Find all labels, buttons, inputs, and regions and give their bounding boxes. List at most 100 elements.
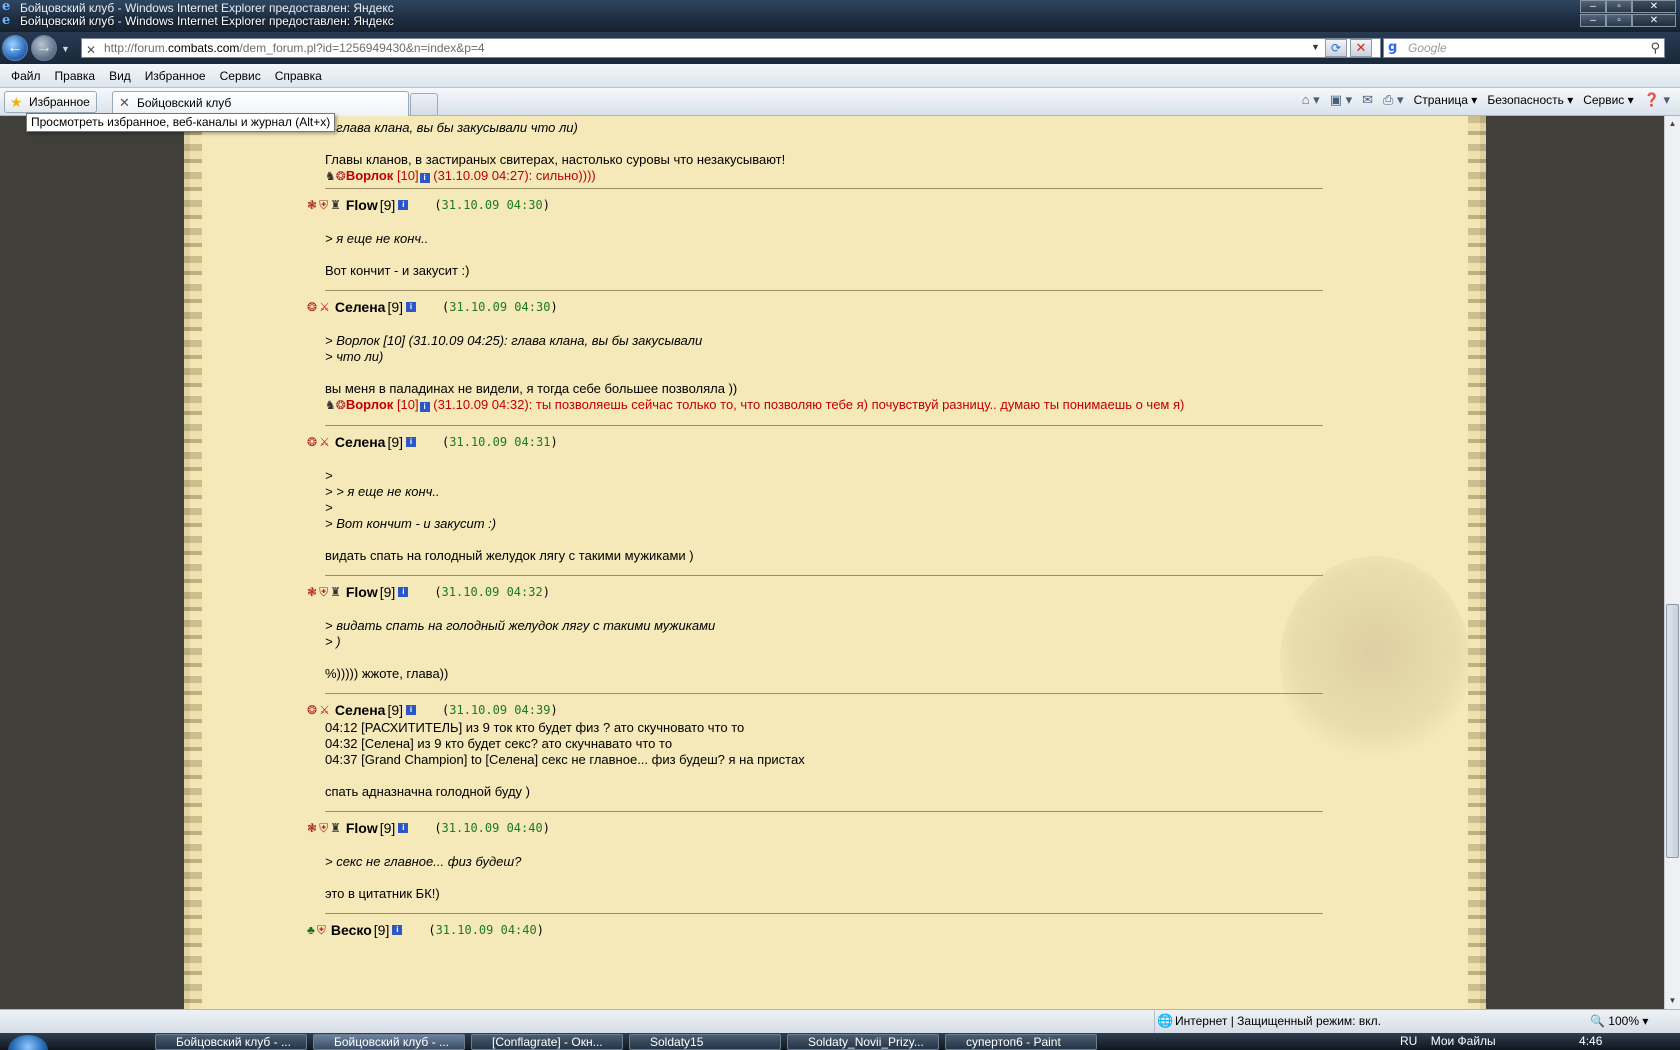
author-level: [9] xyxy=(387,702,404,718)
menu-favorites[interactable]: Избранное xyxy=(138,69,213,83)
search-input[interactable]: g Google ⚲ xyxy=(1383,38,1665,58)
safety-menu-label: Безопасность xyxy=(1487,93,1564,107)
forward-button[interactable]: → xyxy=(31,35,57,61)
restore-button[interactable]: ▫ xyxy=(1606,14,1632,27)
quote-line: > xyxy=(325,500,333,515)
reply-author[interactable]: Ворлок xyxy=(346,397,393,412)
taskbar-item[interactable]: [Conflagrate] - Окн... xyxy=(471,1034,623,1050)
window-title-back: Бойцовский клуб - Windows Internet Explo… xyxy=(20,1,394,15)
close-button[interactable]: ✕ xyxy=(1632,0,1676,13)
author-name[interactable]: Flow xyxy=(346,197,378,213)
help-icon[interactable]: ❓ ▾ xyxy=(1644,92,1670,108)
taskbar-item[interactable]: супертоп6 - Paint xyxy=(945,1034,1097,1050)
start-button[interactable] xyxy=(8,1035,48,1050)
menu-file[interactable]: Файл xyxy=(4,69,48,83)
favorites-label: Избранное xyxy=(29,95,90,109)
info-icon[interactable]: i xyxy=(406,705,417,715)
refresh-button[interactable]: ⟳ xyxy=(1325,39,1347,57)
mail-icon[interactable]: ✉ xyxy=(1362,92,1373,108)
menu-edit[interactable]: Правка xyxy=(48,69,103,83)
author-name[interactable]: Селена xyxy=(335,299,386,315)
chat-log-line: 04:12 [РАСХИТИТЕЛЬ] из 9 ток кто будет ф… xyxy=(325,720,745,735)
feeds-icon[interactable]: ▣ ▾ xyxy=(1330,92,1352,108)
minimize-button[interactable]: – xyxy=(1580,0,1606,13)
post-header: ❃ ⛨ ♜ Flow [9] i (31.10.09 04:32) xyxy=(307,582,1323,602)
post-header: ❂ ⚔ Селена [9] i (31.10.09 04:39) xyxy=(307,700,1323,720)
chat-log-line: 04:32 [Селена] из 9 кто будет секс? ато … xyxy=(325,736,673,751)
search-icon[interactable]: ⚲ xyxy=(1650,39,1660,57)
history-dropdown[interactable]: ▼ xyxy=(61,44,70,54)
globe-icon: 🌐 xyxy=(1157,1013,1174,1028)
page-menu[interactable]: Страница ▾ xyxy=(1414,93,1478,107)
taskbar-item-label: Soldaty_Novii_Prizy... xyxy=(808,1035,924,1049)
author-level: [9] xyxy=(387,434,404,450)
post-fragment: > глава клана, вы бы закусывали что ли) … xyxy=(325,116,1323,188)
scroll-down-icon[interactable]: ▼ xyxy=(1665,993,1680,1009)
info-icon[interactable]: i xyxy=(406,302,417,312)
address-dropdown-icon[interactable]: ▼ xyxy=(1311,42,1320,52)
new-tab-button[interactable] xyxy=(410,93,438,115)
menu-help[interactable]: Справка xyxy=(268,69,329,83)
align-icon: ❃ xyxy=(307,585,318,599)
info-icon[interactable]: i xyxy=(398,200,409,210)
files-toolbar[interactable]: Мои Файлы xyxy=(1431,1034,1496,1048)
author-level: [9] xyxy=(379,584,396,600)
zoom-control[interactable]: 🔍 100% ▾ xyxy=(1590,1010,1648,1034)
taskbar-item[interactable]: Soldaty_Novii_Prizy... xyxy=(787,1034,939,1050)
author-name[interactable]: Веско xyxy=(331,922,372,938)
favorites-tooltip: Просмотреть избранное, веб-каналы и журн… xyxy=(26,113,336,132)
taskbar-item[interactable]: Бойцовский клуб - ... xyxy=(155,1034,307,1050)
author-name[interactable]: Селена xyxy=(335,434,386,450)
quote-line: > я еще не конч.. xyxy=(325,231,429,246)
info-icon[interactable]: i xyxy=(419,402,430,412)
stop-button[interactable]: ✕ xyxy=(1350,39,1372,57)
forum-post: ❂ ⚔ Селена [9] i (31.10.09 04:30) > Ворло… xyxy=(307,290,1323,425)
vertical-scrollbar[interactable]: ▲ ▼ xyxy=(1664,116,1680,1009)
clock[interactable]: 4:46 xyxy=(1579,1034,1602,1048)
minimize-button-2[interactable]: – xyxy=(1580,14,1606,27)
menu-view[interactable]: Вид xyxy=(102,69,138,83)
align-icon: ♞ xyxy=(325,398,336,412)
author-name[interactable]: Селена xyxy=(335,702,386,718)
print-icon[interactable]: ⎙ ▾ xyxy=(1383,92,1404,108)
info-icon[interactable]: i xyxy=(392,925,403,935)
info-icon[interactable]: i xyxy=(419,173,430,183)
safety-menu[interactable]: Безопасность ▾ xyxy=(1487,93,1573,107)
author-level: [9] xyxy=(379,820,396,836)
back-button[interactable]: ← xyxy=(2,35,28,61)
taskbar-item[interactable]: Soldaty15 xyxy=(629,1034,781,1050)
tab-title: Бойцовский клуб xyxy=(137,96,232,110)
clan-emblem-icon: ♜ xyxy=(330,198,341,212)
scroll-up-icon[interactable]: ▲ xyxy=(1665,116,1680,132)
post-text: Вот кончит - и закусит :) xyxy=(325,263,470,278)
reply-author[interactable]: Ворлок xyxy=(346,168,393,183)
tools-menu[interactable]: Сервис ▾ xyxy=(1583,93,1633,107)
home-icon[interactable]: ⌂ ▾ xyxy=(1302,92,1320,108)
security-zone[interactable]: 🌐 Интернет | Защищенный режим: вкл. xyxy=(1154,1010,1381,1034)
forum-post: ❂ ⚔ Селена [9] i (31.10.09 04:31) > > > я… xyxy=(307,425,1323,575)
address-input[interactable]: ✕ http://forum.combats.com/dem_forum.pl?… xyxy=(81,38,1381,58)
maximize-button[interactable]: ▫ xyxy=(1606,0,1632,13)
info-icon[interactable]: i xyxy=(406,437,417,447)
taskbar-item-label: Soldaty15 xyxy=(650,1035,704,1049)
align-icon: ❃ xyxy=(307,821,318,835)
menu-tools[interactable]: Сервис xyxy=(213,69,268,83)
info-icon[interactable]: i xyxy=(398,823,409,833)
language-indicator[interactable]: RU xyxy=(1400,1034,1417,1048)
scroll-thumb[interactable] xyxy=(1666,604,1679,858)
post-date: (31.10.09 04:31) xyxy=(442,435,558,449)
author-name[interactable]: Flow xyxy=(346,584,378,600)
author-name[interactable]: Flow xyxy=(346,820,378,836)
author-level: [9] xyxy=(379,197,396,213)
chat-log-line: 04:37 [Grand Champion] to [Селена] секс … xyxy=(325,752,805,767)
taskbar: Бойцовский клуб - ... Бойцовский клуб - … xyxy=(0,1033,1680,1050)
taskbar-item-active[interactable]: Бойцовский клуб - ... xyxy=(313,1034,465,1050)
post-text: спать адназначна голодной буду ) xyxy=(325,784,530,799)
close-button-2[interactable]: ✕ xyxy=(1632,14,1676,27)
google-icon: g xyxy=(1388,40,1398,55)
favorites-button[interactable]: ★ Избранное xyxy=(4,91,97,113)
info-icon[interactable]: i xyxy=(398,587,409,597)
menu-bar: Файл Правка Вид Избранное Сервис Справка xyxy=(0,64,1680,88)
window-controls: – ▫ ✕ – ▫ ✕ xyxy=(1580,0,1676,27)
forum-post: ♣ ⛨ Веско [9] i (31.10.09 04:40) xyxy=(307,913,1323,940)
